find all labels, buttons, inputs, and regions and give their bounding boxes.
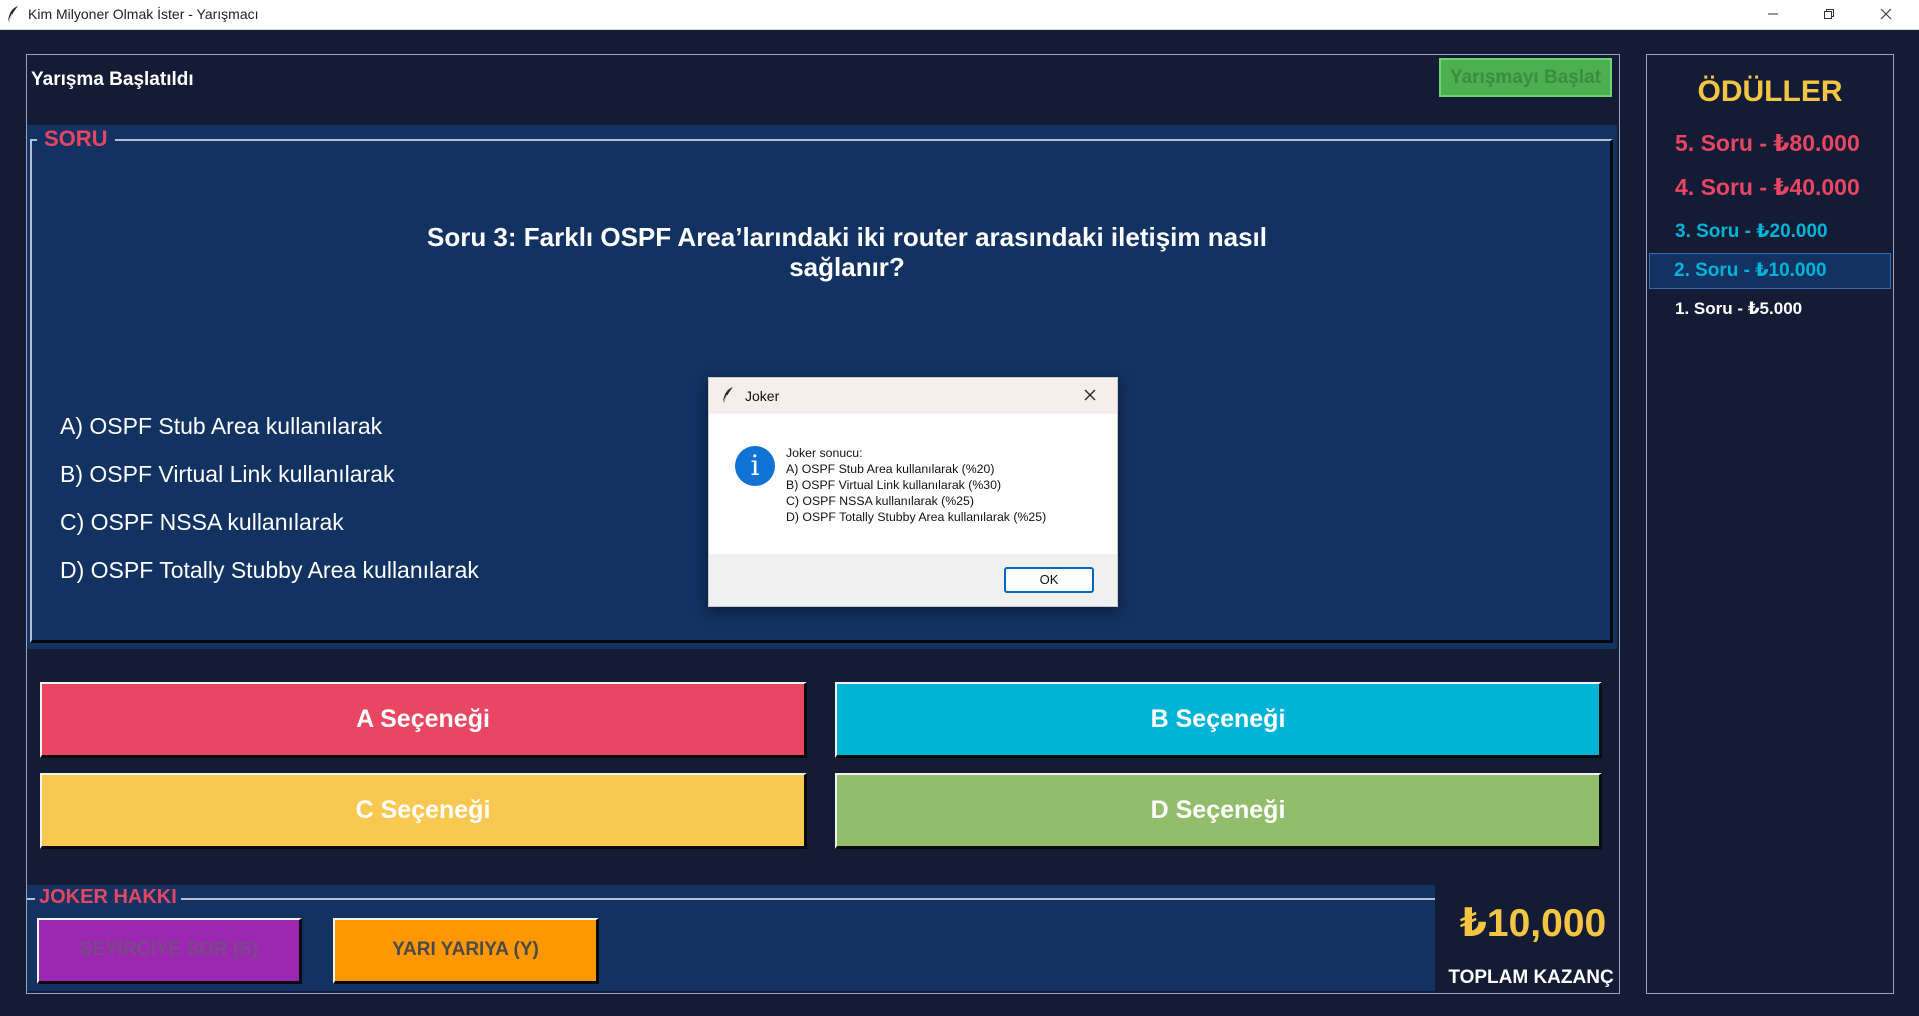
option-d-text: D) OSPF Totally Stubby Area kullanılarak [60,557,479,583]
option-c-text: C) OSPF NSSA kullanılarak [60,509,344,535]
dialog-title: Joker [745,388,780,404]
dialog-line: C) OSPF NSSA kullanılarak (%25) [786,494,974,508]
dialog-titlebar: Joker [709,378,1117,414]
ok-button[interactable]: OK [1004,567,1094,593]
option-a-text: A) OSPF Stub Area kullanılarak [60,413,383,439]
answer-c-button[interactable]: C Seçeneği [40,773,807,849]
game-status: Yarışma Başlatıldı [31,69,194,90]
feather-icon [7,6,18,23]
restore-icon [1824,9,1834,19]
dialog-line: B) OSPF Virtual Link kullanılarak (%30) [786,478,1002,492]
prize-item-2-current: 2. Soru - ₺10.000 [1649,253,1891,289]
feather-icon [722,387,733,404]
minimize-button[interactable] [1750,0,1796,29]
start-game-button[interactable]: Yarışmayı Başlat [1439,58,1612,97]
dialog-close-icon[interactable] [1083,388,1097,402]
prize-item-1: 1. Soru - ₺5.000 [1675,299,1803,318]
answer-d-button[interactable]: D Seçeneği [835,773,1602,849]
question-text: Soru 3: Farklı OSPF Area’larındaki iki r… [426,222,1267,282]
dialog-message: Joker sonucu: A) OSPF Stub Area kullanıl… [786,445,1046,525]
prizes-title: ÖDÜLLER [1697,75,1843,108]
dialog-line: A) OSPF Stub Area kullanılarak (%20) [786,462,995,476]
joker-frame-line [27,898,1435,900]
info-icon: i [735,446,775,486]
fifty-fifty-button[interactable]: YARI YARIYA (Y) [333,918,599,984]
answer-a-button[interactable]: A Seçeneği [40,682,807,758]
prize-panel: ÖDÜLLER 5. Soru - ₺80.000 4. Soru - ₺40.… [1646,54,1894,994]
joker-section: JOKER HAKKI SEYİRCİYE SOR (S) YARI YARIY… [27,885,1435,991]
joker-dialog: Joker i Joker sonucu: A) OSPF Stub Area … [708,377,1118,607]
dialog-line: Joker sonucu: [786,446,863,460]
dialog-line: D) OSPF Totally Stubby Area kullanılarak… [786,510,1047,524]
ask-audience-button[interactable]: SEYİRCİYE SOR (S) [37,918,302,984]
window-title: Kim Milyoner Olmak İster - Yarışmacı [28,6,259,22]
prize-item-4: 4. Soru - ₺40.000 [1675,174,1860,200]
prize-item-5: 5. Soru - ₺80.000 [1675,130,1860,156]
total-amount: ₺10,000 [1459,902,1607,945]
prize-item-3: 3. Soru - ₺20.000 [1675,221,1828,242]
window-titlebar: Kim Milyoner Olmak İster - Yarışmacı [0,0,1919,30]
close-button[interactable] [1863,0,1909,29]
joker-legend: JOKER HAKKI [35,886,181,909]
total-label: TOPLAM KAZANÇ [1448,967,1614,988]
option-b-text: B) OSPF Virtual Link kullanılarak [60,461,395,487]
minimize-icon [1768,13,1778,15]
close-icon [1880,8,1892,20]
restore-button[interactable] [1806,0,1852,29]
question-legend: SORU [37,126,115,152]
answer-b-button[interactable]: B Seçeneği [835,682,1602,758]
